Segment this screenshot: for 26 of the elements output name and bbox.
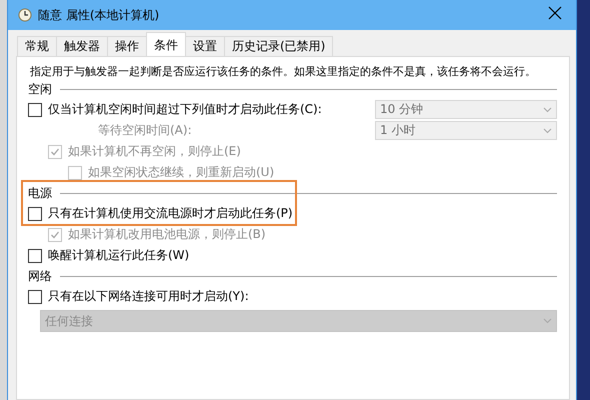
chevron-icon <box>543 318 552 324</box>
chevron-icon <box>543 106 552 112</box>
description-text: 指定用于与触发器一起判断是否应运行该任务的条件。如果这里指定的条件不是真，该任务将不会运行。 <box>29 64 537 79</box>
section-title: 网络 <box>28 268 52 284</box>
clock-icon <box>18 8 32 22</box>
checkbox-label: 只有在以下网络连接可用时才启动(Y): <box>48 288 249 305</box>
checkbox-label: 如果空闲状态继续，则重新启动(U) <box>88 164 274 181</box>
check-icon <box>50 146 60 156</box>
section-title: 空闲 <box>28 80 52 98</box>
checkbox-label: 只有在计算机使用交流电源时才启动此任务(P) <box>48 205 293 222</box>
checkbox-label: 唤醒计算机运行此任务(W) <box>48 247 190 264</box>
section-title: 电源 <box>28 184 52 202</box>
checkbox[interactable] <box>28 102 42 116</box>
checkbox-label: 如果计算机改用电池电源，则停止(B) <box>68 226 266 243</box>
chevron-icon <box>543 128 552 134</box>
checkbox-label: 如果计算机不再空闲，则停止(E) <box>68 143 241 160</box>
tab[interactable]: 常规 <box>17 36 57 56</box>
checkbox-label: 仅当计算机空闲时间超过下列值时才启动此任务(C): <box>48 101 322 118</box>
field-label: 等待空闲时间(A): <box>97 122 192 139</box>
checkbox[interactable] <box>28 206 42 220</box>
checkbox[interactable] <box>28 290 42 304</box>
tab[interactable]: 条件 <box>146 32 186 56</box>
checkbox[interactable] <box>28 248 42 262</box>
tab[interactable]: 历史记录(已禁用) <box>224 36 334 56</box>
window-title: 随意 属性(本地计算机) <box>38 6 160 24</box>
check-icon <box>50 230 60 240</box>
